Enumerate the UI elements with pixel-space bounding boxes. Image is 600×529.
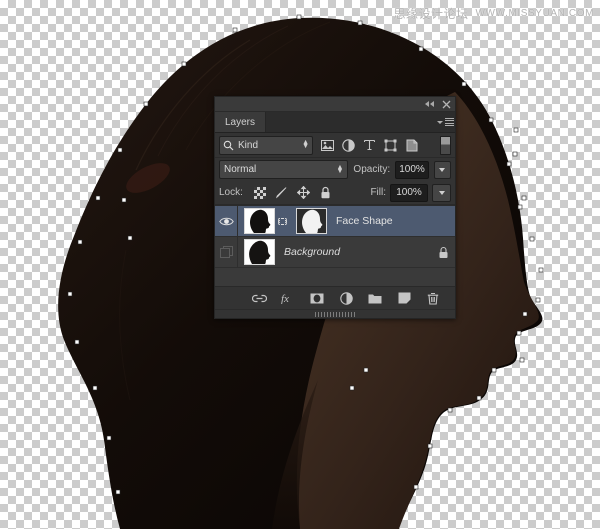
layer-filter-bar: Kind ▲ ▼ — [215, 133, 455, 158]
pixel-layer-filter-icon[interactable] — [320, 138, 335, 153]
layer-mask-thumbnail[interactable] — [296, 208, 327, 234]
eye-off-icon — [219, 246, 233, 258]
blend-mode-row: Normal ▲ ▼ Opacity: 100% — [215, 158, 455, 181]
filter-icon-group — [320, 138, 419, 153]
opacity-input[interactable]: 100% — [395, 160, 429, 179]
layer-style-fx-icon[interactable]: fx — [281, 291, 296, 306]
fill-group: Fill: 100% — [370, 183, 451, 202]
opacity-label: Opacity: — [353, 164, 391, 175]
layer-list-empty-space — [215, 268, 455, 286]
layers-panel[interactable]: Layers Kind ▲ ▼ Normal ▲ ▼ Opacity: 100%… — [214, 96, 456, 319]
blend-mode-spinner-icon[interactable]: ▲ ▼ — [336, 164, 343, 175]
lock-image-pixels-icon[interactable] — [275, 186, 289, 200]
lock-transparent-pixels-icon[interactable] — [253, 186, 267, 200]
blend-mode-select[interactable]: Normal ▲ ▼ — [219, 160, 349, 179]
close-icon[interactable] — [442, 100, 451, 109]
layer-name: Background — [284, 246, 341, 258]
link-layers-icon[interactable] — [251, 291, 267, 306]
adjustment-layer-filter-icon[interactable] — [341, 138, 356, 153]
lock-label: Lock: — [219, 187, 243, 198]
layer-visibility-toggle[interactable] — [215, 206, 238, 236]
type-layer-filter-icon[interactable] — [362, 138, 377, 153]
filter-kind-select[interactable]: Kind ▲ ▼ — [219, 135, 313, 155]
tab-layers-label: Layers — [225, 116, 256, 128]
search-icon — [223, 140, 234, 150]
panel-tab-row: Layers — [215, 112, 455, 133]
layer-name: Face Shape — [336, 215, 393, 227]
smart-object-filter-icon[interactable] — [404, 138, 419, 153]
fill-dropdown-icon[interactable] — [432, 183, 451, 202]
panel-menu-icon[interactable] — [435, 112, 455, 132]
layers-panel-toolbar: fx — [215, 286, 455, 309]
panel-menu-caret-icon — [436, 120, 443, 124]
fill-label: Fill: — [370, 187, 386, 198]
layer-locked-icon — [438, 246, 449, 259]
filter-kind-spinner-icon[interactable]: ▲ ▼ — [302, 139, 309, 150]
fill-input[interactable]: 100% — [390, 183, 428, 202]
delete-layer-icon[interactable] — [426, 291, 441, 306]
tab-layers[interactable]: Layers — [215, 112, 267, 132]
svg-text:fx: fx — [281, 293, 289, 304]
lock-row: Lock: Fill: 100% — [215, 181, 455, 205]
collapse-panel-icon[interactable] — [424, 100, 435, 108]
new-adjustment-layer-icon[interactable] — [339, 291, 354, 306]
filter-enable-toggle[interactable] — [440, 135, 451, 155]
layer-thumbnail[interactable] — [244, 239, 275, 265]
add-layer-mask-icon[interactable] — [310, 291, 325, 306]
lock-icon-group — [253, 186, 333, 200]
table-row[interactable]: Background — [215, 237, 455, 268]
layer-visibility-toggle[interactable] — [215, 237, 238, 267]
fill-value: 100% — [396, 187, 422, 198]
panel-titlebar — [215, 97, 455, 112]
tab-row-spacer — [266, 112, 435, 132]
layer-list: Face Shape Background — [215, 205, 455, 286]
panel-menu-lines-icon — [444, 117, 454, 127]
panel-resize-grip[interactable] — [215, 309, 455, 318]
layer-thumbnail[interactable] — [244, 208, 275, 234]
shape-layer-filter-icon[interactable] — [383, 138, 398, 153]
lock-position-icon[interactable] — [297, 186, 311, 200]
eye-icon — [218, 217, 234, 225]
lock-all-icon[interactable] — [319, 186, 333, 200]
filter-kind-label: Kind — [238, 139, 259, 151]
new-group-icon[interactable] — [368, 291, 383, 306]
blend-mode-value: Normal — [224, 164, 257, 175]
table-row[interactable]: Face Shape — [215, 206, 455, 237]
new-layer-icon[interactable] — [397, 291, 412, 306]
opacity-value: 100% — [399, 164, 425, 175]
opacity-dropdown-icon[interactable] — [433, 160, 451, 179]
link-mask-icon[interactable] — [277, 215, 288, 228]
